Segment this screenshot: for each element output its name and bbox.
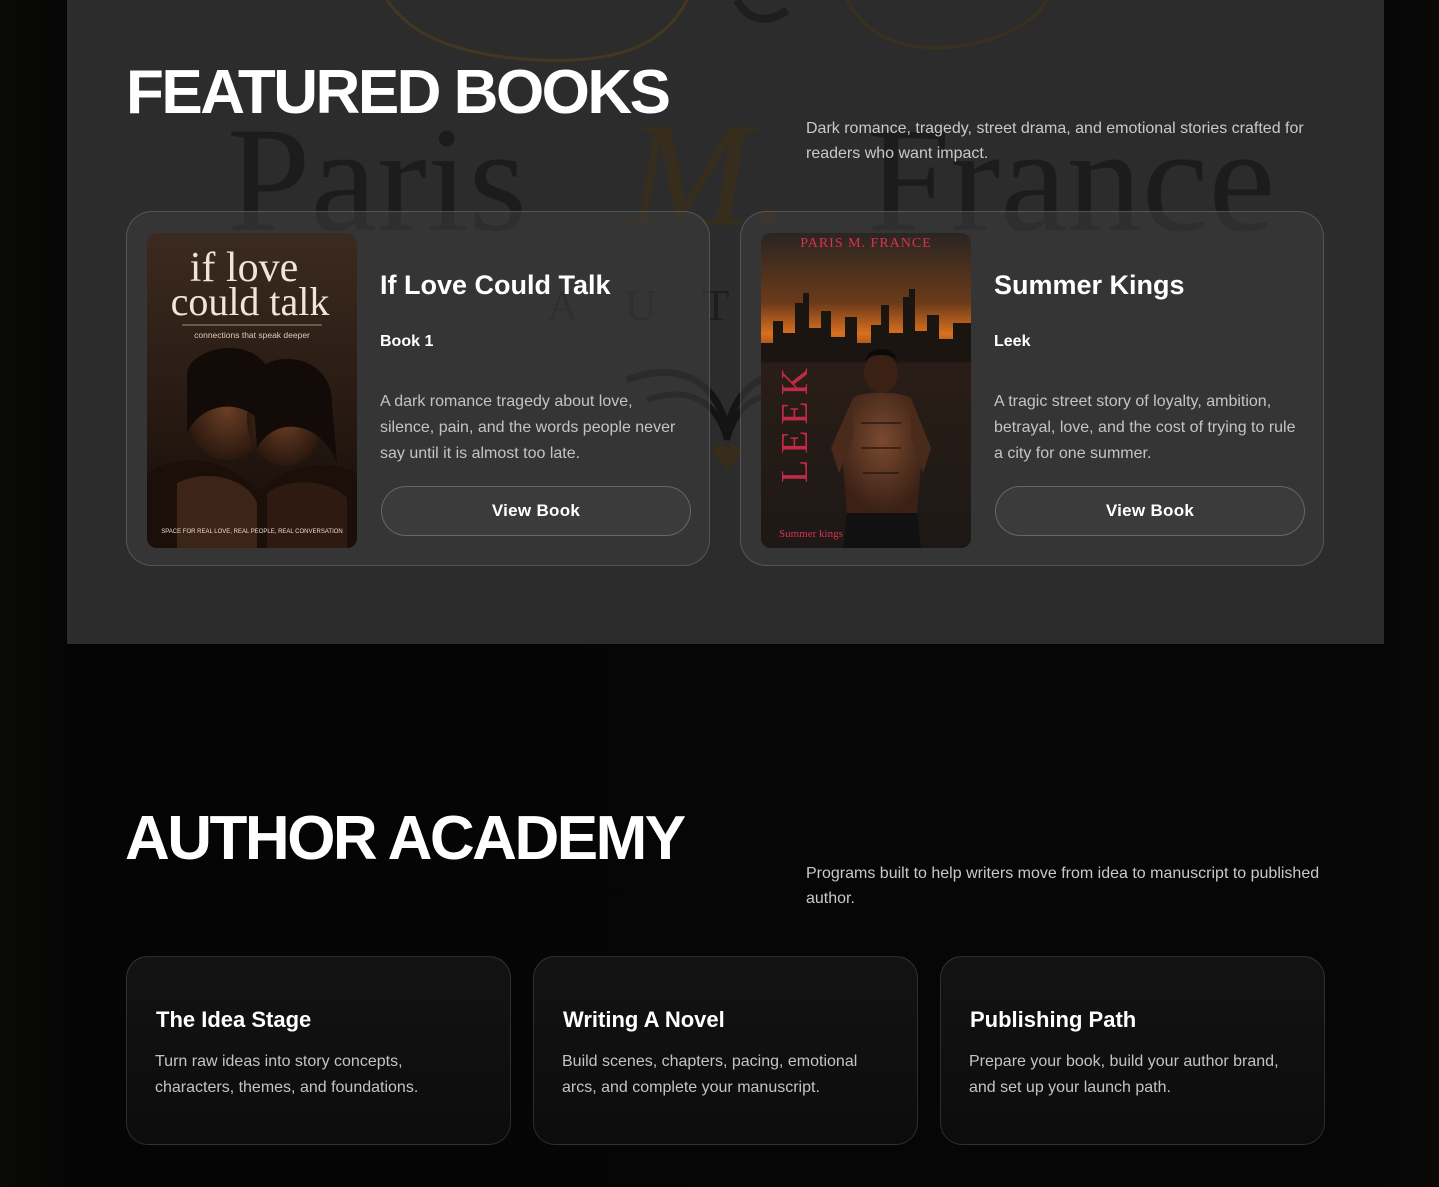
program-card-idea-stage[interactable]: The Idea Stage Turn raw ideas into story… [126, 956, 511, 1145]
book-info: If Love Could Talk Book 1 A dark romance… [380, 212, 692, 565]
cover-art: if love could talk connections that spea… [147, 233, 357, 548]
book-card-summer-kings: PARIS M. FRANCE LEEK Summer kings Summer… [740, 211, 1324, 566]
book-title[interactable]: Summer Kings [994, 270, 1185, 301]
book-description: A tragic street story of loyalty, ambiti… [994, 393, 1296, 462]
svg-text:could talk: could talk [171, 279, 330, 324]
book-cover-summer-kings[interactable]: PARIS M. FRANCE LEEK Summer kings [761, 233, 971, 548]
book-info: Summer Kings Leek A tragic street story … [994, 212, 1306, 565]
svg-text:Summer kings: Summer kings [779, 528, 843, 540]
book-subtitle: Leek [994, 333, 1031, 350]
book-title[interactable]: If Love Could Talk [380, 270, 611, 301]
author-academy-heading: AUTHOR ACADEMY [125, 804, 686, 873]
program-title: Writing A Novel [563, 1007, 725, 1032]
featured-books-heading: FEATURED BOOKS [126, 58, 671, 127]
program-title: Publishing Path [970, 1007, 1137, 1032]
view-book-button[interactable]: View Book [995, 486, 1305, 536]
svg-text:connections that speak deeper: connections that speak deeper [194, 330, 310, 340]
program-description: Prepare your book, build your author bra… [969, 1053, 1279, 1096]
program-description: Turn raw ideas into story concepts, char… [155, 1053, 419, 1096]
featured-books-section: Paris M. France AUTHOR FEATURED BOOKS Da… [67, 0, 1384, 644]
cover-art: PARIS M. FRANCE LEEK Summer kings [761, 233, 971, 548]
program-card-writing-a-novel[interactable]: Writing A Novel Build scenes, chapters, … [533, 956, 918, 1145]
author-academy-description: Programs built to help writers move from… [806, 865, 1320, 907]
book-description: A dark romance tragedy about love, silen… [380, 393, 676, 462]
book-subtitle: Book 1 [380, 333, 434, 350]
page: Paris M. France AUTHOR FEATURED BOOKS Da… [0, 0, 1439, 1187]
book-cover-if-love-could-talk[interactable]: if love could talk connections that spea… [147, 233, 357, 548]
program-card-publishing-path[interactable]: Publishing Path Prepare your book, build… [940, 956, 1325, 1145]
program-description: Build scenes, chapters, pacing, emotiona… [562, 1053, 858, 1096]
view-book-button[interactable]: View Book [381, 486, 691, 536]
book-card-if-love-could-talk: if love could talk connections that spea… [126, 211, 710, 566]
svg-text:SPACE FOR REAL LOVE, REAL PEOP: SPACE FOR REAL LOVE, REAL PEOPLE, REAL C… [161, 529, 343, 535]
program-title: The Idea Stage [156, 1007, 312, 1032]
featured-books-description: Dark romance, tragedy, street drama, and… [806, 120, 1304, 162]
svg-text:PARIS M. FRANCE: PARIS M. FRANCE [800, 236, 932, 251]
svg-text:LEEK: LEEK [774, 362, 816, 483]
